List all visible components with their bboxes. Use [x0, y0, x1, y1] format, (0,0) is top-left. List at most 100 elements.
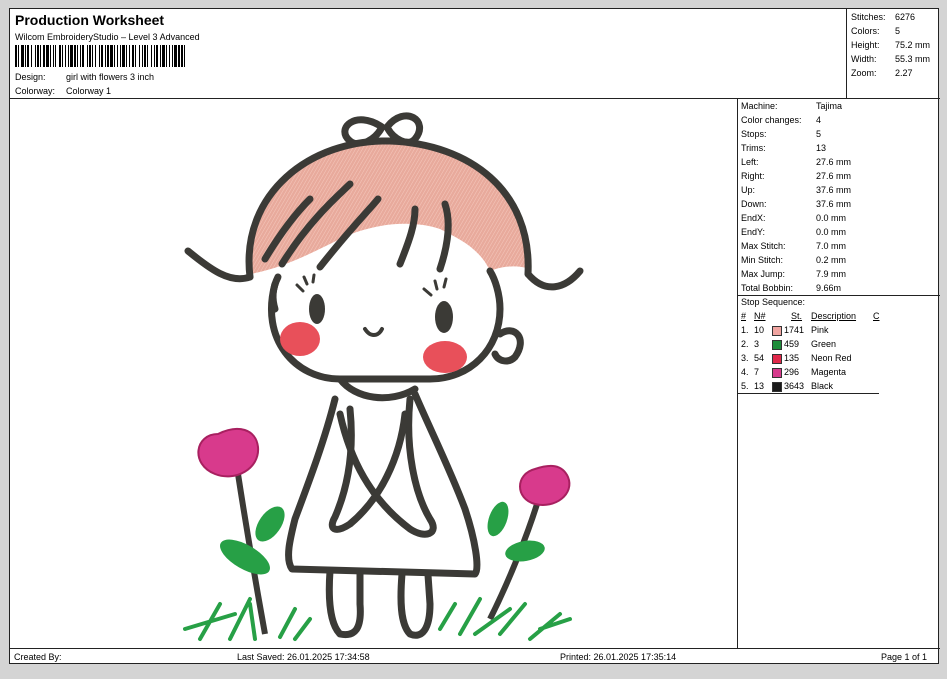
stop-description: Black — [811, 381, 834, 391]
design-preview — [10, 99, 738, 648]
stop-sequence-row: 1. 10 1741 Pink — [741, 325, 941, 339]
stop-sequence-row: 3. 54 135 Neon Red — [741, 353, 941, 367]
leaf-3 — [505, 540, 545, 562]
stop-sequence-title: Stop Sequence: — [741, 297, 806, 307]
design-line: Design: girl with flowers 3 inch — [15, 72, 154, 82]
footer: Created By: Last Saved: 26.01.2025 17:34… — [10, 648, 940, 665]
created-by: Created By: — [14, 652, 62, 662]
stitches-value: 6276 — [895, 12, 916, 22]
lashes-left — [295, 273, 316, 293]
stat-value: 0.0 mm — [816, 227, 847, 237]
stop-needle: 7 — [754, 367, 760, 377]
zoom-value: 2.27 — [895, 68, 913, 78]
design-value: girl with flowers 3 inch — [66, 72, 155, 82]
leaf-2 — [255, 506, 285, 542]
stat-value: 37.6 mm — [816, 199, 852, 209]
stat-value: 5 — [816, 129, 822, 139]
page-title: Production Worksheet — [15, 12, 165, 28]
stop-stitches: 296 — [784, 367, 800, 377]
header-num: # — [741, 311, 747, 321]
machine-stat-row: Left: 27.6 mm — [741, 157, 851, 167]
stat-value: 9.66m — [816, 283, 842, 293]
divider — [738, 393, 879, 394]
stat-label: Stops: — [741, 129, 767, 139]
embroidery-design — [183, 112, 584, 641]
color-swatch — [772, 382, 782, 392]
color-swatch — [772, 354, 782, 364]
curl-right — [524, 267, 584, 291]
flowers — [183, 427, 572, 641]
width-label: Width: — [851, 54, 877, 64]
stat-label: Color changes: — [741, 115, 802, 125]
stop-num: 3. — [741, 353, 749, 363]
colors-label: Colors: — [851, 26, 880, 36]
stop-stitches: 459 — [784, 339, 800, 349]
page-number: Page 1 of 1 — [881, 652, 928, 662]
stop-description: Pink — [811, 325, 829, 335]
cheek-left — [280, 322, 320, 356]
stop-stitches: 3643 — [784, 381, 805, 391]
zoom-row: Zoom: 2.27 — [851, 68, 913, 78]
stat-label: Max Stitch: — [741, 241, 786, 251]
lashes-right — [422, 277, 448, 297]
last-saved: Last Saved: 26.01.2025 17:34:58 — [237, 652, 370, 662]
stop-needle: 10 — [754, 325, 765, 335]
stat-label: Machine: — [741, 101, 778, 111]
stop-description: Neon Red — [811, 353, 852, 363]
colors-row: Colors: 5 — [851, 26, 900, 36]
header-code: C — [873, 311, 880, 321]
machine-stat-row: Right: 27.6 mm — [741, 171, 851, 181]
machine-stat-row: Trims: 13 — [741, 143, 826, 153]
stat-label: Left: — [741, 157, 759, 167]
leg-right — [397, 570, 434, 639]
header-stitches: St. — [791, 311, 803, 321]
zoom-label: Zoom: — [851, 68, 877, 78]
divider — [738, 295, 940, 296]
stitches-label: Stitches: — [851, 12, 886, 22]
stop-num: 5. — [741, 381, 749, 391]
flower-right — [519, 464, 571, 506]
stitches-row: Stitches: 6276 — [851, 12, 915, 22]
width-row: Width: 55.3 mm — [851, 54, 930, 64]
width-value: 55.3 mm — [895, 54, 931, 64]
barcode — [15, 45, 312, 67]
stop-description: Magenta — [811, 367, 847, 377]
header-needle: N# — [754, 311, 766, 321]
machine-stat-row: Color changes: 4 — [741, 115, 821, 125]
stop-needle: 54 — [754, 353, 765, 363]
stat-label: Trims: — [741, 143, 766, 153]
stop-sequence-row: 2. 3 459 Green — [741, 339, 941, 353]
stop-needle: 13 — [754, 381, 765, 391]
machine-stat-row: Min Stitch: 0.2 mm — [741, 255, 846, 265]
machine-stat-row: Machine: Tajima — [741, 101, 842, 111]
machine-stat-row: Up: 37.6 mm — [741, 185, 851, 195]
stop-num: 1. — [741, 325, 749, 335]
ear — [491, 327, 524, 365]
stat-value: 27.6 mm — [816, 171, 852, 181]
header-panel: Production Worksheet Wilcom EmbroiderySt… — [10, 9, 847, 99]
stat-label: EndX: — [741, 213, 766, 223]
stop-stitches: 1741 — [784, 325, 805, 335]
color-swatch — [772, 326, 782, 336]
machine-stat-row: Max Jump: 7.9 mm — [741, 269, 846, 279]
machine-stat-row: Stops: 5 — [741, 129, 821, 139]
machine-stat-row: Total Bobbin: 9.66m — [741, 283, 841, 293]
eye-right — [435, 301, 453, 333]
stat-value: 37.6 mm — [816, 185, 852, 195]
grass — [183, 597, 572, 641]
flower-left — [197, 427, 260, 478]
software-name: Wilcom EmbroideryStudio – Level 3 Advanc… — [15, 32, 200, 42]
machine-stat-row: EndY: 0.0 mm — [741, 227, 846, 237]
stat-label: EndY: — [741, 227, 766, 237]
colorway-label: Colorway: — [15, 86, 56, 96]
height-value: 75.2 mm — [895, 40, 931, 50]
stat-value: 4 — [816, 115, 822, 125]
printed-date: Printed: 26.01.2025 17:35:14 — [560, 652, 677, 662]
stat-value: 27.6 mm — [816, 157, 852, 167]
colors-value: 5 — [895, 26, 901, 36]
machine-stat-row: Max Stitch: 7.0 mm — [741, 241, 846, 251]
color-swatch — [772, 340, 782, 350]
worksheet-page: Production Worksheet Wilcom EmbroiderySt… — [9, 8, 941, 665]
stat-label: Right: — [741, 171, 765, 181]
cheek-right — [423, 341, 467, 373]
